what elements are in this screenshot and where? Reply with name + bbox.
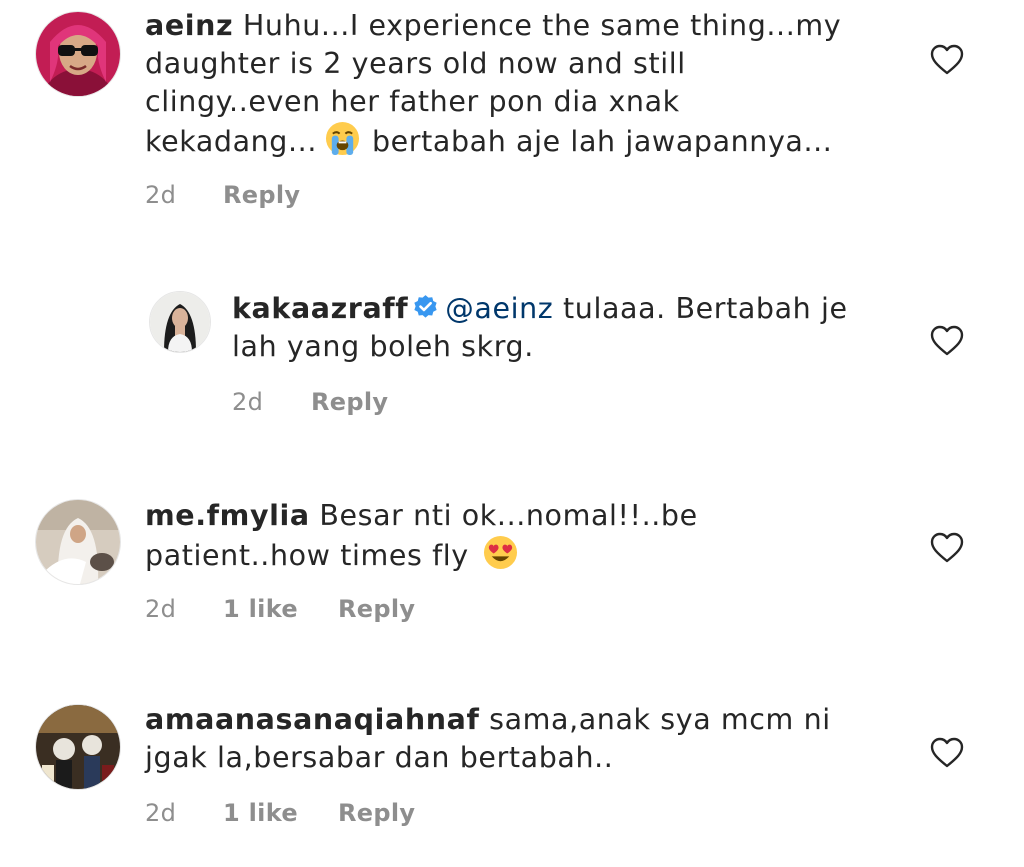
- comment-me-fmylia: me.fmylia Besar nti ok...nomal!!..be pat…: [0, 487, 1024, 637]
- heart-outline-icon[interactable]: [930, 737, 964, 769]
- smiling-face-with-heart-eyes-icon: [483, 535, 517, 570]
- comment-body: amaanasanaqiahnaf sama,anak sya mcm ni j…: [145, 701, 831, 777]
- comment-text-line: jgak la,bersabar dan bertabah..: [145, 741, 614, 774]
- comment-body: kakaazraff @aeinz tulaaa. Bertabah je la…: [232, 290, 848, 366]
- avatar[interactable]: [35, 499, 121, 585]
- reply-button[interactable]: Reply: [223, 181, 300, 209]
- heart-outline-icon[interactable]: [930, 325, 964, 357]
- likes-count[interactable]: 1 like: [223, 595, 298, 623]
- verified-badge-icon: [414, 295, 437, 318]
- timestamp: 2d: [145, 799, 177, 827]
- loudly-crying-face-icon: [325, 121, 360, 156]
- avatar-image: [36, 500, 120, 584]
- comment-text-line: clingy..even her father pon dia xnak: [145, 85, 680, 118]
- likes-count[interactable]: 1 like: [223, 799, 298, 827]
- comment-text-line: bertabah aje lah jawapannya...: [371, 125, 833, 158]
- reply-button[interactable]: Reply: [311, 388, 388, 416]
- comment-aeinz: aeinz Huhu...I experience the same thing…: [0, 0, 1024, 230]
- avatar-image: [36, 705, 120, 789]
- comment-text-line: Huhu...I experience the same thing...my: [242, 9, 842, 42]
- heart-outline-icon[interactable]: [930, 532, 964, 564]
- comment-text-line: patient..how times fly: [145, 539, 469, 572]
- comment-text-line: lah yang boleh skrg.: [232, 330, 534, 363]
- timestamp: 2d: [145, 181, 177, 209]
- reply-button[interactable]: Reply: [338, 595, 415, 623]
- avatar[interactable]: [35, 704, 121, 790]
- avatar[interactable]: [35, 11, 121, 97]
- username[interactable]: aeinz: [145, 9, 233, 42]
- username[interactable]: amaanasanaqiahnaf: [145, 703, 479, 736]
- heart-outline-icon[interactable]: [930, 44, 964, 76]
- username[interactable]: me.fmylia: [145, 499, 310, 532]
- avatar[interactable]: [149, 291, 211, 353]
- comment-text-line: Besar nti ok...nomal!!..be: [319, 499, 698, 532]
- mention-link[interactable]: @aeinz: [445, 292, 553, 325]
- comment-text-line: tulaaa. Bertabah je: [563, 292, 848, 325]
- comment-kakaazraff: kakaazraff @aeinz tulaaa. Bertabah je la…: [0, 280, 1024, 430]
- comment-body: aeinz Huhu...I experience the same thing…: [145, 7, 841, 161]
- reply-button[interactable]: Reply: [338, 799, 415, 827]
- avatar-image: [150, 292, 210, 352]
- comment-text-line: sama,anak sya mcm ni: [489, 703, 831, 736]
- timestamp: 2d: [145, 595, 177, 623]
- comment-body: me.fmylia Besar nti ok...nomal!!..be pat…: [145, 497, 698, 575]
- comment-text-line: daughter is 2 years old now and still: [145, 47, 686, 80]
- timestamp: 2d: [232, 388, 264, 416]
- username[interactable]: kakaazraff: [232, 292, 408, 325]
- comment-amaanasanaqiahnaf: amaanasanaqiahnaf sama,anak sya mcm ni j…: [0, 693, 1024, 863]
- avatar-image: [36, 12, 120, 96]
- comment-text-line: kekadang...: [145, 125, 317, 158]
